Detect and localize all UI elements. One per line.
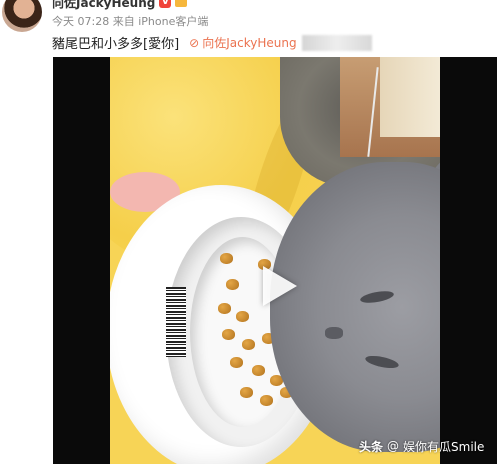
kibble (252, 365, 265, 376)
crown-icon (175, 0, 188, 7)
source-client[interactable]: iPhone客户端 (138, 15, 208, 28)
play-icon[interactable] (263, 266, 297, 306)
video-frame (110, 57, 440, 464)
post-body: 豬尾巴和小多多[愛你] ⊘ 向佐JackyHeung (52, 33, 372, 52)
kibble (240, 387, 253, 398)
redacted-blur (301, 34, 372, 51)
kibble (222, 329, 235, 340)
source-prefix: 来自 (112, 15, 135, 28)
author-row: 向佐JackyHeung V (52, 0, 188, 11)
post-meta: 今天 07:28 来自 iPhone客户端 (52, 13, 208, 29)
kibble (260, 395, 273, 406)
link-icon: ⊘ (189, 35, 200, 50)
watermark-account: 娱你有瓜Smile (403, 439, 485, 454)
background-shelf (380, 57, 440, 137)
kibble (220, 253, 233, 264)
cat-nose (325, 327, 343, 339)
author-name[interactable]: 向佐JackyHeung (52, 0, 155, 11)
kibble (242, 339, 255, 350)
barcode (166, 287, 186, 357)
kibble (226, 279, 239, 290)
mention-link[interactable]: ⊘ 向佐JackyHeung (189, 34, 372, 51)
avatar[interactable] (2, 0, 42, 32)
post-text: 豬尾巴和小多多[愛你] (52, 37, 180, 52)
vip-badge-icon: V (159, 0, 172, 8)
watermark-brand: 头条 (359, 439, 384, 454)
video-player[interactable]: 头条 @ 娱你有瓜Smile (53, 57, 497, 464)
watermark-at: @ (387, 439, 400, 453)
kibble (236, 311, 249, 322)
mention-label: 向佐JackyHeung (202, 36, 297, 50)
watermark: 头条 @ 娱你有瓜Smile (359, 436, 484, 456)
kibble (230, 357, 243, 368)
post-time: 今天 07:28 (52, 15, 110, 28)
kibble (218, 303, 231, 314)
